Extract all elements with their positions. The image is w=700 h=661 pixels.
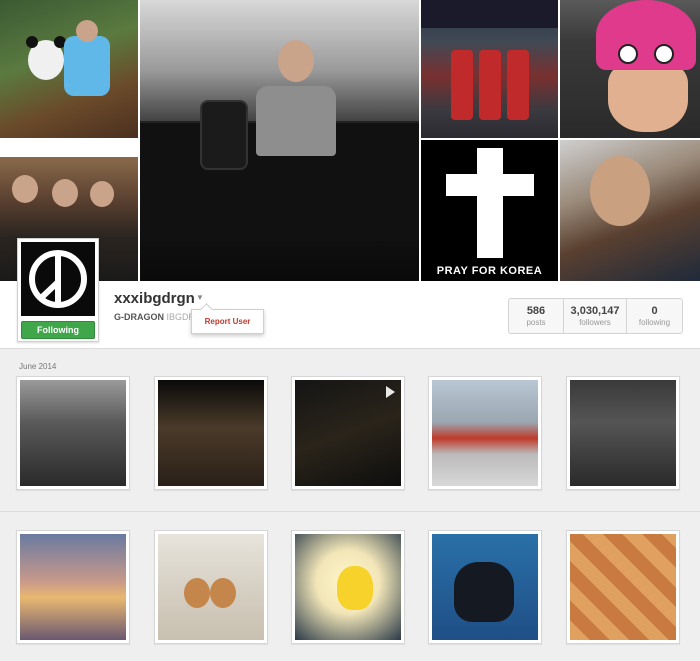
photo-image xyxy=(158,534,264,640)
photo-thumbnail[interactable] xyxy=(291,530,405,644)
play-icon xyxy=(386,386,395,398)
photo-thumbnail[interactable] xyxy=(428,530,542,644)
profile-avatar-card: Following xyxy=(17,238,99,342)
photo-thumbnail[interactable] xyxy=(566,376,680,490)
stat-followers[interactable]: 3,030,147 followers xyxy=(564,299,627,333)
stat-following[interactable]: 0 following xyxy=(627,299,682,333)
photo-image xyxy=(432,534,538,640)
photo-image xyxy=(20,534,126,640)
cover-mosaic: PRAY FOR KOREA xyxy=(0,0,700,281)
cover-photo-glasses[interactable] xyxy=(560,140,700,281)
hat-eye xyxy=(618,44,638,64)
photo-thumbnail[interactable] xyxy=(16,376,130,490)
photo-image xyxy=(158,380,264,486)
photo-thumbnail[interactable] xyxy=(16,530,130,644)
photo-thumbnail[interactable] xyxy=(154,530,268,644)
plush-toy xyxy=(210,578,236,608)
stat-posts[interactable]: 586 posts xyxy=(509,299,564,333)
photo-image xyxy=(432,380,538,486)
following-button[interactable]: Following xyxy=(21,321,95,339)
stat-label: following xyxy=(638,318,671,327)
person-shirt xyxy=(256,86,336,156)
person-head xyxy=(12,175,38,203)
cover-photo-pink-hat[interactable] xyxy=(560,0,700,138)
plush-toy xyxy=(184,578,210,608)
stat-label: posts xyxy=(526,318,546,327)
profile-fullname: G-DRAGON IBGDR xyxy=(114,312,195,322)
cover-photo-red-suits[interactable] xyxy=(421,0,558,138)
handbag xyxy=(200,100,248,170)
photo-image xyxy=(570,534,676,640)
photo-image xyxy=(570,380,676,486)
photo-thumbnail[interactable] xyxy=(428,376,542,490)
person-blue-jacket xyxy=(64,36,110,96)
person-face xyxy=(608,62,688,132)
stat-value: 586 xyxy=(526,305,546,317)
stat-label: followers xyxy=(579,318,611,327)
cover-photo-cross[interactable]: PRAY FOR KOREA xyxy=(421,140,558,281)
month-label: June 2014 xyxy=(19,362,57,371)
stat-value: 0 xyxy=(651,305,658,317)
hat-eye xyxy=(654,44,674,64)
profile-dropdown-menu: Report User xyxy=(191,309,264,334)
row-divider xyxy=(0,511,700,512)
photo-image xyxy=(295,534,401,640)
panda-ear xyxy=(26,36,38,48)
pink-hat xyxy=(596,0,696,70)
panda-figure xyxy=(26,36,66,80)
person-head xyxy=(76,20,98,42)
chevron-down-icon[interactable]: ▼ xyxy=(196,293,206,303)
photo-thumbnail[interactable] xyxy=(566,530,680,644)
person-head xyxy=(590,156,650,226)
cross-caption: PRAY FOR KOREA xyxy=(436,265,543,277)
photo-thumbnail[interactable] xyxy=(154,376,268,490)
peaceminusone-logo-icon xyxy=(29,250,87,308)
person-head xyxy=(90,181,114,207)
profile-stats: 586 posts 3,030,147 followers 0 followin… xyxy=(508,298,683,334)
cross-icon-bar xyxy=(446,174,534,196)
stat-value: 3,030,147 xyxy=(570,305,620,317)
profile-username: xxxibgdrgn xyxy=(114,290,195,307)
avatar[interactable] xyxy=(21,242,95,316)
report-user-link[interactable]: Report User xyxy=(205,317,251,326)
person-head xyxy=(52,179,78,207)
red-suit-figure xyxy=(479,50,501,120)
person-head xyxy=(278,40,314,82)
cover-photo-panda[interactable] xyxy=(0,0,138,138)
display-name: G-DRAGON xyxy=(114,312,164,322)
cartoon-cat xyxy=(454,562,514,622)
cross-icon xyxy=(477,148,503,258)
cover-photo-main[interactable] xyxy=(140,0,419,281)
video-thumbnail[interactable] xyxy=(291,376,405,490)
photo-image xyxy=(20,380,126,486)
red-suit-figure xyxy=(507,50,529,120)
pikachu-figure xyxy=(337,566,373,610)
photo-image xyxy=(295,380,401,486)
red-suit-figure xyxy=(451,50,473,120)
event-banner xyxy=(421,0,558,28)
